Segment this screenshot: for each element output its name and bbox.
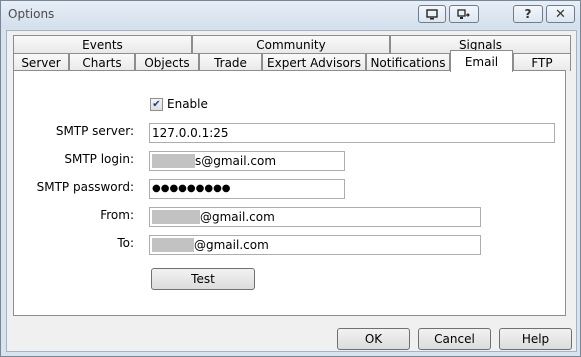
- tab-label: Server: [21, 55, 61, 70]
- cancel-button[interactable]: Cancel: [418, 328, 491, 350]
- from-value: @gmail.com: [200, 210, 275, 224]
- smtp-login-input[interactable]: s@gmail.com: [149, 151, 345, 171]
- from-label: From:: [100, 208, 134, 222]
- smtp-login-label: SMTP login:: [64, 152, 134, 166]
- tab-trade[interactable]: Trade: [199, 53, 262, 71]
- enable-checkbox[interactable]: ✔: [150, 98, 163, 111]
- help-label: Help: [521, 332, 550, 346]
- help-button[interactable]: Help: [499, 328, 572, 350]
- ok-label: OK: [364, 332, 383, 346]
- options-window: Options ? ✕ Events Community Signals Ser…: [0, 0, 581, 357]
- window-mode-button[interactable]: [449, 5, 479, 23]
- close-icon: ✕: [555, 6, 566, 22]
- tab-label: Email: [464, 54, 499, 69]
- smtp-server-input[interactable]: 127.0.0.1:25: [149, 123, 555, 143]
- tab-expert-advisors[interactable]: Expert Advisors: [262, 53, 366, 71]
- monitor-button[interactable]: [418, 5, 446, 23]
- test-button-label: Test: [191, 272, 215, 286]
- smtp-password-value: ●●●●●●●●●: [152, 183, 231, 194]
- question-icon: ?: [524, 7, 532, 21]
- email-tab-page: ✔ Enable SMTP server: 127.0.0.1:25 SMTP …: [13, 70, 566, 316]
- dialog-client: Events Community Signals Server Charts O…: [6, 30, 577, 352]
- help-title-button[interactable]: ?: [513, 5, 543, 23]
- cancel-label: Cancel: [434, 332, 475, 346]
- tab-server[interactable]: Server: [13, 53, 69, 71]
- tab-label: Charts: [82, 55, 122, 70]
- ok-button[interactable]: OK: [337, 328, 410, 350]
- smtp-password-label: SMTP password:: [36, 180, 134, 194]
- tab-notifications[interactable]: Notifications: [366, 53, 450, 71]
- redacted-block: [152, 154, 195, 168]
- window-title: Options: [8, 7, 55, 21]
- tab-community[interactable]: Community: [192, 35, 390, 53]
- smtp-login-value: s@gmail.com: [195, 154, 277, 168]
- tab-label: Community: [256, 37, 326, 52]
- to-value: @gmail.com: [194, 238, 269, 252]
- tab-label: Objects: [144, 55, 190, 70]
- to-label: To:: [117, 236, 134, 250]
- redacted-block: [152, 210, 200, 224]
- title-bar: Options ? ✕: [1, 1, 580, 29]
- tab-charts[interactable]: Charts: [69, 53, 135, 71]
- smtp-password-input[interactable]: ●●●●●●●●●: [149, 179, 345, 199]
- tab-events[interactable]: Events: [13, 35, 192, 53]
- monitor-icon: [426, 8, 438, 19]
- smtp-server-label: SMTP server:: [55, 124, 134, 138]
- tab-label: Notifications: [370, 55, 446, 70]
- tab-email[interactable]: Email: [450, 50, 513, 72]
- check-icon: ✔: [152, 98, 161, 110]
- tab-label: FTP: [531, 55, 553, 70]
- close-button[interactable]: ✕: [546, 5, 575, 23]
- tab-objects[interactable]: Objects: [135, 53, 199, 71]
- smtp-server-value: 127.0.0.1:25: [152, 126, 229, 140]
- enable-label: Enable: [167, 97, 208, 111]
- tab-label: Events: [82, 37, 123, 52]
- tab-label: Trade: [214, 55, 247, 70]
- tab-label: Expert Advisors: [267, 55, 361, 70]
- tab-ftp[interactable]: FTP: [513, 53, 571, 71]
- redacted-block: [152, 238, 194, 252]
- from-input[interactable]: @gmail.com: [149, 207, 481, 227]
- test-button[interactable]: Test: [151, 268, 255, 290]
- to-input[interactable]: @gmail.com: [149, 235, 481, 255]
- window-mode-icon: [457, 8, 470, 19]
